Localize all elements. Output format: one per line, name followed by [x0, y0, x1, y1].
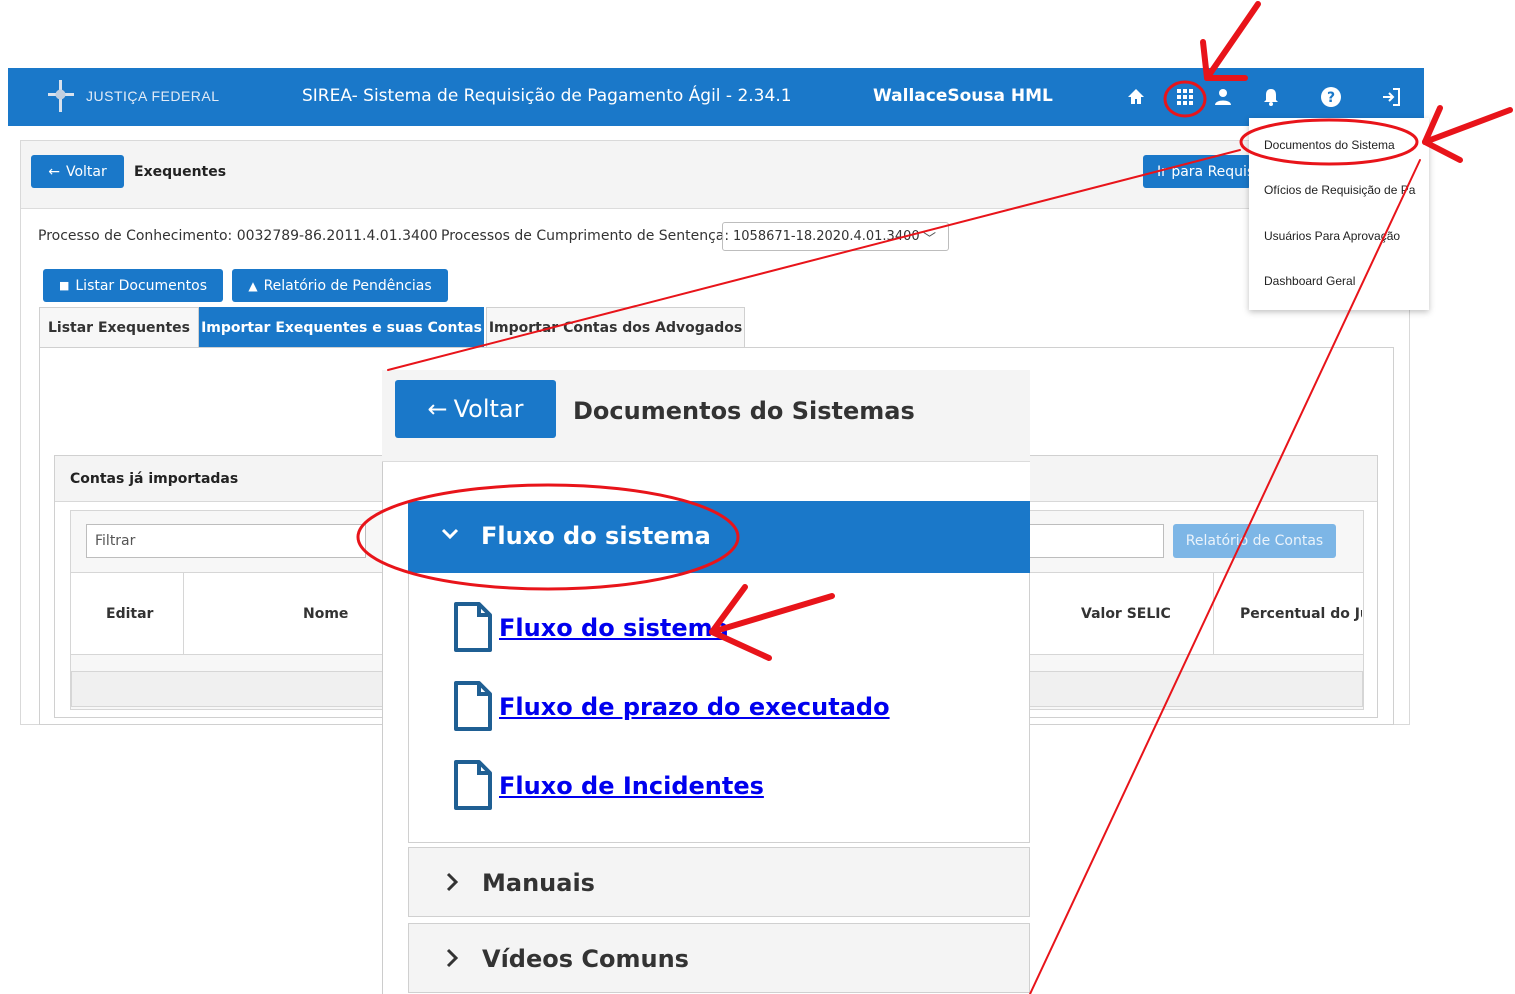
annotation-overlay	[356, 1, 1513, 994]
annotation-arrow	[1200, 1, 1261, 81]
annotation-line	[1029, 159, 1421, 994]
annotation-arrow	[1422, 105, 1513, 163]
annotation-line	[387, 149, 1241, 371]
annotation-arrow	[709, 584, 835, 661]
annotation-ellipse-apps	[1163, 80, 1207, 118]
annotation-ellipse-accordion	[356, 483, 740, 591]
annotation-ellipse-menu	[1239, 118, 1419, 166]
